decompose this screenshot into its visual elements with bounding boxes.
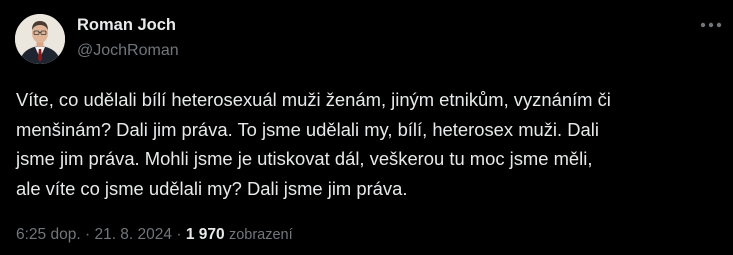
tweet-line: menšinám? Dali jim práva. To jsme udělal… xyxy=(16,118,599,140)
tweet-text: Víte, co udělali bílí heterosexuál muži … xyxy=(16,85,720,203)
author-handle[interactable]: @JochRoman xyxy=(77,42,179,60)
tweet-line: ale víte co jsme udělali my? Dali jsme j… xyxy=(16,177,408,199)
profile-photo-icon xyxy=(15,14,65,64)
meta-separator: · xyxy=(84,226,91,243)
meta-separator: · xyxy=(176,226,182,243)
more-options-button[interactable] xyxy=(696,14,726,36)
views-label: zobrazení xyxy=(228,227,293,243)
tweet-timestamp-link[interactable]: 6:25 dop. · 21. 8. 2024 xyxy=(16,226,172,243)
tweet-line: jsme jim práva. Mohli jsme je utiskovat … xyxy=(16,148,593,170)
author-name[interactable]: Roman Joch xyxy=(77,16,176,35)
more-horizontal-icon xyxy=(700,22,722,28)
tweet-date: 21. 8. 2024 xyxy=(94,226,173,243)
views-count: 1 970 xyxy=(185,226,225,243)
tweet-time: 6:25 dop. xyxy=(16,226,81,243)
tweet-line: Víte, co udělali bílí heterosexuál muži … xyxy=(16,89,611,110)
tweet-card: Roman Joch @JochRoman Víte, co udělali b… xyxy=(0,0,733,255)
avatar[interactable] xyxy=(15,14,65,64)
tweet-metadata: 6:25 dop. · 21. 8. 2024 · 1 970 zobrazen… xyxy=(16,226,293,244)
